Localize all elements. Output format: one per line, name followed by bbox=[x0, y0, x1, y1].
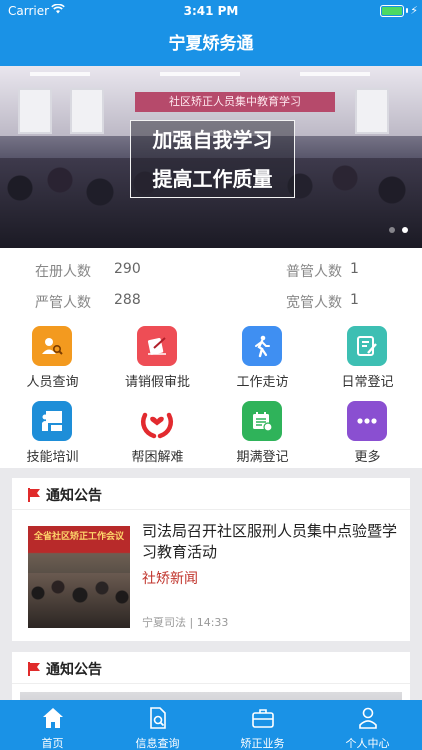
grid-label: 技能培训 bbox=[26, 450, 79, 465]
strict-value: 288 bbox=[114, 292, 141, 308]
grid-label: 帮困解难 bbox=[131, 450, 184, 465]
registered-value: 290 bbox=[114, 261, 141, 277]
banner-window bbox=[70, 88, 104, 134]
grid-item-more[interactable]: 更多 bbox=[315, 393, 420, 468]
notice-card: 通知公告 全省社区矫正工作会议 司法局召开社区服刑人员集中点验暨学习教育活动 社… bbox=[12, 478, 410, 641]
tab-label: 矫正业务 bbox=[240, 737, 285, 750]
battery-icon bbox=[380, 5, 404, 17]
carousel-dot-active[interactable] bbox=[402, 227, 408, 233]
notice-header-title: 通知公告 bbox=[46, 488, 102, 504]
news-thumbnail: 全省社区矫正工作会议 bbox=[28, 526, 130, 628]
grid-item-expiry-register[interactable]: 期满登记 bbox=[210, 393, 315, 468]
banner-window bbox=[355, 88, 389, 134]
slogan-line-1: 加强自我学习 bbox=[152, 128, 273, 152]
news-thumbnail-crowd bbox=[28, 573, 130, 628]
news-thumbnail-caption: 全省社区矫正工作会议 bbox=[33, 532, 124, 542]
grid-label: 期满登记 bbox=[236, 450, 289, 465]
tab-label: 首页 bbox=[41, 737, 64, 750]
notice-card: 通知公告 bbox=[12, 652, 410, 732]
flag-icon bbox=[28, 661, 41, 680]
document-search-icon bbox=[150, 707, 166, 729]
daily-register-icon bbox=[347, 326, 387, 366]
walking-icon bbox=[242, 326, 282, 366]
news-meta-divider: | bbox=[189, 616, 197, 629]
carousel-dot[interactable] bbox=[389, 227, 395, 233]
clock: 3:41 PM bbox=[183, 4, 239, 18]
stats-row: 在册人数 290 普管人数 1 bbox=[0, 255, 422, 285]
nav-bar: 宁夏矫务通 bbox=[0, 22, 422, 66]
tab-personal-center[interactable]: 个人中心 bbox=[315, 700, 420, 750]
grid-item-daily-register[interactable]: 日常登记 bbox=[315, 318, 420, 393]
general-value: 1 bbox=[350, 261, 359, 277]
person-search-icon bbox=[32, 326, 72, 366]
grid-label: 请销假审批 bbox=[124, 375, 190, 390]
banner-slogan: 加强自我学习 提高工作质量 bbox=[130, 120, 295, 198]
training-icon bbox=[32, 401, 72, 441]
strict-label: 严管人数 bbox=[35, 295, 91, 311]
notice-header: 通知公告 bbox=[12, 478, 410, 510]
banner-light bbox=[300, 72, 370, 76]
leave-approval-icon bbox=[137, 326, 177, 366]
page-title: 宁夏矫务通 bbox=[168, 34, 254, 54]
charging-icon: ⚡ bbox=[410, 4, 418, 17]
banner-window bbox=[18, 88, 52, 134]
news-time: 14:33 bbox=[196, 616, 229, 629]
stats-row: 严管人数 288 宽管人数 1 bbox=[0, 286, 422, 316]
battery-tip bbox=[406, 8, 408, 13]
carousel-dots bbox=[382, 218, 408, 237]
news-meta: 宁夏司法 | 14:33 bbox=[142, 614, 228, 630]
grid-label: 工作走访 bbox=[236, 375, 289, 390]
user-icon bbox=[359, 707, 377, 729]
grid-label: 日常登记 bbox=[341, 375, 394, 390]
tab-label: 个人中心 bbox=[345, 737, 390, 750]
grid-item-person-search[interactable]: 人员查询 bbox=[0, 318, 105, 393]
calendar-icon bbox=[242, 401, 282, 441]
grid-item-skill-training[interactable]: 技能培训 bbox=[0, 393, 105, 468]
registered-label: 在册人数 bbox=[35, 264, 91, 280]
stats-panel: 在册人数 290 普管人数 1 严管人数 288 宽管人数 1 bbox=[0, 248, 422, 318]
banner-light bbox=[160, 72, 240, 76]
news-tag: 社矫新闻 bbox=[142, 571, 198, 587]
slogan-line-2: 提高工作质量 bbox=[152, 167, 273, 191]
grid-item-work-visit[interactable]: 工作走访 bbox=[210, 318, 315, 393]
grid-label: 人员查询 bbox=[26, 375, 79, 390]
news-source: 宁夏司法 bbox=[142, 616, 186, 629]
tab-bar: 首页 信息查询 矫正业务 个人中心 bbox=[0, 700, 422, 750]
feature-grid: 人员查询 请销假审批 工作走访 日常登记 技能培训 帮困解难 期满登记 更多 bbox=[0, 318, 422, 468]
banner-carousel[interactable]: 社区矫正人员集中教育学习 加强自我学习 提高工作质量 bbox=[0, 66, 422, 248]
briefcase-icon bbox=[252, 709, 274, 728]
banner-hall-sign: 社区矫正人员集中教育学习 bbox=[135, 92, 335, 112]
more-icon bbox=[347, 401, 387, 441]
tab-info-query[interactable]: 信息查询 bbox=[105, 700, 210, 750]
notice-header: 通知公告 bbox=[12, 652, 410, 684]
tab-label: 信息查询 bbox=[135, 737, 180, 750]
news-title[interactable]: 司法局召开社区服刑人员集中点验暨学习教育活动 bbox=[142, 521, 397, 563]
app-root: Carrier 3:41 PM ⚡ 宁夏矫务通 社区矫正人员集中教育学习 加强自… bbox=[0, 0, 422, 750]
lenient-label: 宽管人数 bbox=[286, 295, 342, 311]
lenient-value: 1 bbox=[350, 292, 359, 308]
tab-correction-business[interactable]: 矫正业务 bbox=[210, 700, 315, 750]
general-label: 普管人数 bbox=[286, 264, 342, 280]
helping-hands-icon bbox=[137, 401, 177, 441]
status-bar: Carrier 3:41 PM ⚡ bbox=[0, 0, 422, 22]
grid-item-help-solve[interactable]: 帮困解难 bbox=[105, 393, 210, 468]
flag-icon bbox=[28, 487, 41, 506]
grid-label: 更多 bbox=[354, 450, 381, 465]
home-icon bbox=[43, 708, 63, 728]
banner-light bbox=[30, 72, 90, 76]
grid-item-leave-approval[interactable]: 请销假审批 bbox=[105, 318, 210, 393]
notice-header-title: 通知公告 bbox=[46, 662, 102, 678]
tab-home[interactable]: 首页 bbox=[0, 700, 105, 750]
